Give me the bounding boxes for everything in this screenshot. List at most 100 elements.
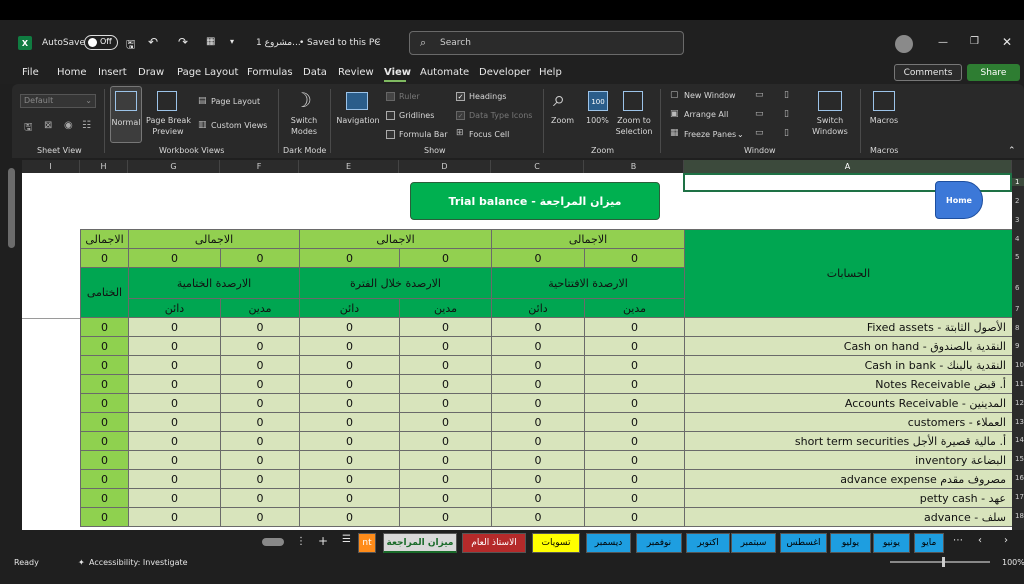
balance-cell[interactable]: 0	[128, 336, 221, 356]
balance-cell[interactable]: 0	[299, 507, 400, 527]
balance-cell[interactable]: 0	[491, 507, 585, 527]
page-break-label-1[interactable]: Page Break	[146, 116, 191, 125]
menu-file[interactable]: File	[22, 67, 39, 78]
balance-cell[interactable]: 0	[299, 355, 400, 375]
search-box[interactable]: ⌕ Search	[409, 31, 684, 55]
final-total-cell[interactable]: 0	[80, 431, 129, 451]
horizontal-scrollbar[interactable]	[262, 538, 284, 546]
arrange-all-icon[interactable]: ▣	[670, 109, 679, 119]
column-header-g[interactable]: G	[128, 160, 220, 173]
menu-view[interactable]: View	[384, 67, 411, 78]
macros-button[interactable]: Macros	[866, 116, 902, 125]
balance-cell[interactable]: 0	[584, 488, 685, 508]
sheet-tab[interactable]: مايو	[914, 533, 944, 553]
balance-cell[interactable]: 0	[491, 412, 585, 432]
balance-cell[interactable]: 0	[399, 469, 492, 489]
balance-cell[interactable]: 0	[399, 317, 492, 337]
navigation-icon[interactable]	[346, 92, 368, 110]
row-header-7[interactable]: 7	[1012, 305, 1024, 313]
account-name-cell[interactable]: مصروف مقدم advance expense	[684, 469, 1013, 489]
trial-balance-button[interactable]: Trial balance - ميزان المراجعة	[410, 182, 660, 220]
split-icon[interactable]: ▭	[755, 90, 764, 100]
page-layout-icon[interactable]: ▤	[198, 96, 207, 106]
switch-windows-label-2[interactable]: Windows	[808, 127, 852, 136]
balance-cell[interactable]: 0	[584, 317, 685, 337]
row-header-9[interactable]: 9	[1012, 342, 1024, 350]
focus-cell-button[interactable]: Focus Cell	[469, 130, 509, 139]
account-name-cell[interactable]: أ. قبض Notes Receivable	[684, 374, 1013, 394]
total-value-cell[interactable]: 0	[128, 248, 221, 268]
balance-cell[interactable]: 0	[128, 469, 221, 489]
balance-cell[interactable]: 0	[299, 431, 400, 451]
view-eye-icon[interactable]: ◉	[64, 120, 73, 131]
balance-cell[interactable]: 0	[299, 393, 400, 413]
row-header-17[interactable]: 17	[1012, 493, 1024, 501]
data-type-icons-checkbox[interactable]: ✓	[456, 111, 465, 120]
zoom-to-selection-icon[interactable]	[623, 91, 643, 111]
synchronous-scrolling-icon[interactable]: ▯	[784, 109, 789, 119]
freeze-panes-icon[interactable]: ▦	[670, 128, 679, 138]
menu-data[interactable]: Data	[303, 67, 327, 78]
account-name-cell[interactable]: النقدية بالصندوق - Cash on hand	[684, 336, 1013, 356]
zoom-100-button[interactable]: 100%	[586, 116, 609, 125]
final-total-cell[interactable]: 0	[80, 317, 129, 337]
total-value-cell[interactable]: 0	[299, 248, 400, 268]
ruler-checkbox[interactable]	[386, 92, 395, 101]
gridlines-checkbox[interactable]	[386, 111, 395, 120]
final-total-cell[interactable]: 0	[80, 336, 129, 356]
balance-cell[interactable]: 0	[128, 317, 221, 337]
total-header-cell[interactable]: الاجمالى	[128, 229, 300, 249]
page-break-label-2[interactable]: Preview	[146, 127, 190, 136]
balance-cell[interactable]: 0	[584, 450, 685, 470]
balance-cell[interactable]: 0	[128, 507, 221, 527]
formula-bar-checkbox[interactable]	[386, 130, 395, 139]
sheet-tab[interactable]: الاستاذ العام	[462, 533, 526, 553]
balance-cell[interactable]: 0	[399, 336, 492, 356]
menu-help[interactable]: Help	[539, 67, 562, 78]
balance-cell[interactable]: 0	[299, 336, 400, 356]
navigation-button[interactable]: Navigation	[334, 116, 382, 125]
chevron-down-icon[interactable]: ⌄	[374, 36, 382, 46]
balance-cell[interactable]: 0	[399, 431, 492, 451]
sheet-tab[interactable]: اكتوبر	[686, 533, 730, 553]
close-icon[interactable]: ✕	[1002, 35, 1012, 49]
balance-cell[interactable]: 0	[491, 450, 585, 470]
final-total-header-cell[interactable]: الختامى	[80, 267, 129, 318]
row-header-5[interactable]: 5	[1012, 253, 1024, 261]
undo-icon[interactable]: ↶	[148, 35, 158, 49]
account-name-cell[interactable]: عهد - petty cash	[684, 488, 1013, 508]
balance-cell[interactable]: 0	[584, 431, 685, 451]
column-header-b[interactable]: B	[584, 160, 684, 173]
row-header-4[interactable]: 4	[1012, 235, 1024, 243]
balance-cell[interactable]: 0	[491, 374, 585, 394]
custom-views-button[interactable]: Custom Views	[211, 121, 267, 130]
balance-cell[interactable]: 0	[220, 374, 300, 394]
final-total-cell[interactable]: 0	[80, 450, 129, 470]
reset-window-position-icon[interactable]: ▯	[784, 128, 789, 138]
row-header-1[interactable]: 1	[1012, 178, 1024, 186]
focus-cell-icon[interactable]: ⊞	[456, 128, 464, 138]
page-break-icon[interactable]	[157, 91, 177, 111]
account-name-cell[interactable]: المدينين - Accounts Receivable	[684, 393, 1013, 413]
balance-cell[interactable]: 0	[584, 393, 685, 413]
zoom-selection-label-1[interactable]: Zoom to	[614, 116, 654, 125]
balance-cell[interactable]: 0	[128, 412, 221, 432]
menu-home[interactable]: Home	[57, 67, 87, 78]
new-window-icon[interactable]: ▢	[670, 90, 679, 100]
freeze-panes-button[interactable]: Freeze Panes	[684, 130, 736, 139]
options-icon[interactable]: ☷	[82, 120, 91, 131]
balance-cell[interactable]: 0	[220, 450, 300, 470]
chevron-left-icon[interactable]: ‹	[978, 535, 982, 546]
balance-cell[interactable]: 0	[299, 317, 400, 337]
total-value-cell[interactable]: 0	[491, 248, 585, 268]
more-sheets-icon[interactable]: ⋯	[953, 535, 963, 546]
row-header-11[interactable]: 11	[1012, 380, 1024, 388]
switch-windows-label-1[interactable]: Switch	[808, 116, 852, 125]
balance-cell[interactable]: 0	[220, 469, 300, 489]
balance-cell[interactable]: 0	[299, 469, 400, 489]
row-header-8[interactable]: 8	[1012, 324, 1024, 332]
accounts-header-cell[interactable]: الحسابات	[684, 229, 1013, 318]
share-button[interactable]: Share	[967, 64, 1020, 81]
balance-cell[interactable]: 0	[491, 336, 585, 356]
account-name-cell[interactable]: الأصول الثابتة - Fixed assets	[684, 317, 1013, 337]
